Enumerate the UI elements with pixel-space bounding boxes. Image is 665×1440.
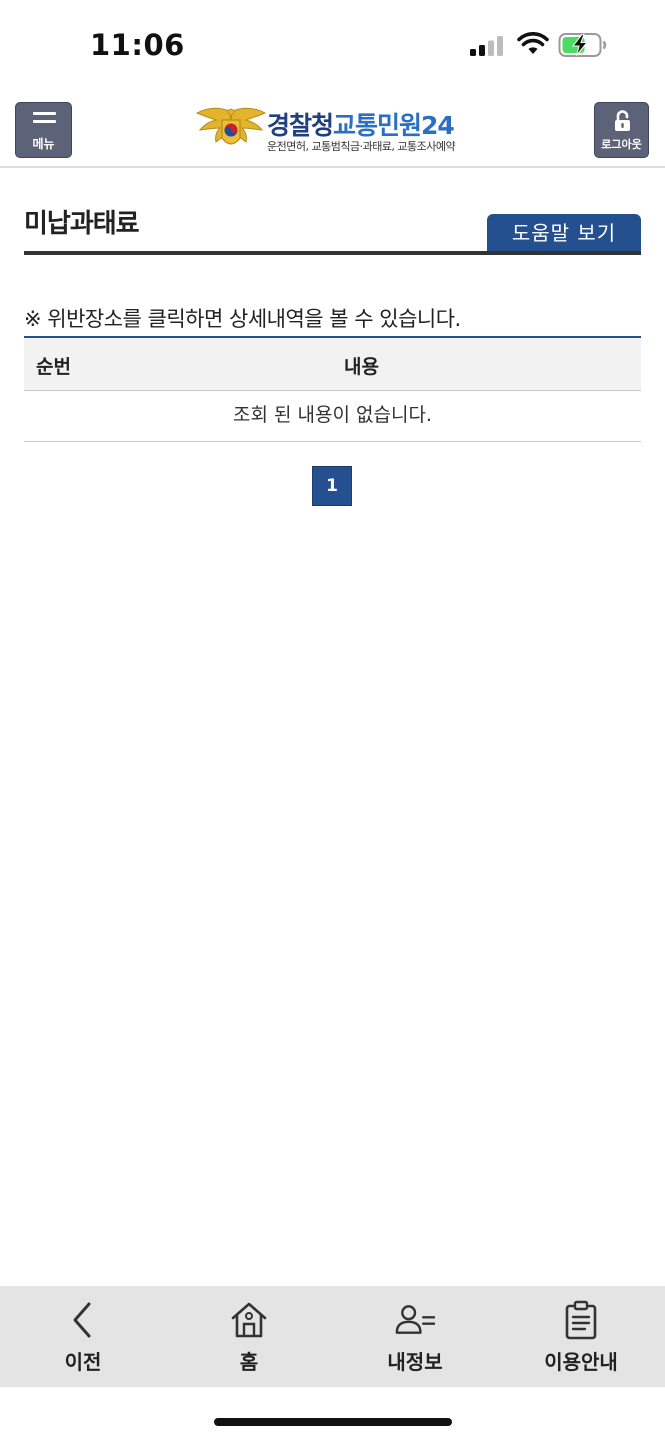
logo-title-service: 교통민원24 [333,111,455,140]
nav-home-button[interactable]: 홈 [166,1286,332,1387]
home-icon [231,1302,267,1338]
menu-button[interactable]: 메뉴 [15,102,72,158]
nav-myinfo-label: 내정보 [387,1350,443,1374]
column-header-number: 순번 [36,356,71,378]
nav-back-button[interactable]: 이전 [0,1286,166,1387]
nav-myinfo-button[interactable]: 내정보 [332,1286,498,1387]
home-indicator[interactable] [214,1418,452,1426]
help-button[interactable]: 도움말 보기 [487,214,641,252]
logout-button[interactable]: 로그아웃 [594,102,649,158]
title-divider [24,251,641,255]
nav-back-label: 이전 [64,1350,102,1374]
app-header: 메뉴 경찰청교통민원24 운전면허, 교통범칙금·과태료, 교통조사예약 로그아… [0,88,665,168]
page-title: 미납과태료 [24,209,140,239]
unlock-icon [615,110,630,131]
notice-text: ※ 위반장소를 클릭하면 상세내역을 볼 수 있습니다. [24,307,461,331]
hamburger-icon [33,112,56,128]
nav-guide-label: 이용안내 [544,1350,618,1374]
back-chevron-icon [73,1302,91,1338]
result-table: 순번 내용 조회 된 내용이 없습니다. [24,336,641,442]
status-time: 11:06 [90,28,185,62]
nav-guide-button[interactable]: 이용안내 [498,1286,664,1387]
wifi-icon [517,32,549,54]
battery-charging-icon [558,33,607,57]
clipboard-icon [565,1300,597,1340]
user-info-icon [395,1305,435,1334]
status-bar: 11:06 [0,0,665,88]
logo-title: 경찰청교통민원24 [267,106,455,142]
column-header-content: 내용 [344,356,379,378]
bottom-nav: 이전 홈 내정보 이용안내 [0,1286,665,1387]
table-header: 순번 내용 [24,338,641,391]
nav-home-label: 홈 [239,1350,259,1374]
pagination-page-1[interactable]: 1 [312,466,352,506]
police-logo[interactable]: 경찰청교통민원24 운전면허, 교통범칙금·과태료, 교통조사예약 [196,104,476,154]
menu-label: 메뉴 [32,137,55,151]
logout-label: 로그아웃 [601,138,642,151]
empty-result-row: 조회 된 내용이 없습니다. [24,391,641,442]
logo-subtitle: 운전면허, 교통범칙금·과태료, 교통조사예약 [267,140,456,153]
logo-title-police: 경찰청 [267,111,334,140]
cellular-signal-icon [470,36,503,56]
police-emblem-icon [196,107,266,145]
